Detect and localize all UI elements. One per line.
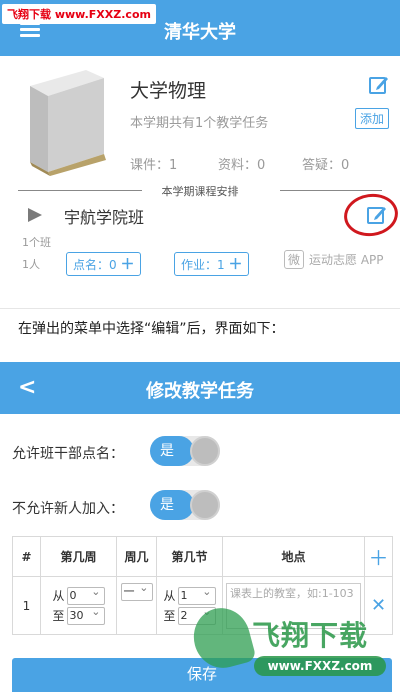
watermark-text: 飞翔下载 — [252, 619, 369, 652]
edit-course-icon[interactable] — [368, 74, 390, 96]
rollcall-button[interactable]: 点名：0 ＋ — [66, 252, 142, 276]
section-title: 本学期课程安排 — [161, 185, 239, 198]
course-card: 大学物理 本学期共有1个教学任务 添加 课件：1 资料：0 答疑：0 本学期课程… — [0, 56, 400, 308]
week-from-select[interactable]: 0 — [66, 584, 105, 605]
disallow-new-join-toggle[interactable]: 是 — [150, 490, 220, 520]
plus-icon: ＋ — [120, 257, 135, 273]
plus-icon: ＋ — [228, 257, 243, 273]
to-label: 至 — [52, 609, 65, 623]
edit-page-title: 修改教学任务 — [146, 381, 254, 402]
watermark-url: www.FXXZ.com — [254, 656, 386, 676]
add-button[interactable]: 添加 — [355, 108, 390, 129]
class-name[interactable]: 宇航学院班 — [64, 204, 144, 228]
task-count-text: 本学期共有1个教学任务 — [130, 116, 269, 131]
row-index: 1 — [12, 576, 41, 635]
stat-courseware: 课件：1 — [130, 158, 178, 173]
wechat-icon: 微 — [284, 250, 305, 269]
week-to-select[interactable]: 30 — [66, 604, 105, 625]
weekday-cell: 一 — [116, 576, 157, 635]
watermark-top: 飞翔下载 www.FXXZ.com — [2, 4, 156, 24]
stat-qa: 答疑：0 — [302, 158, 350, 173]
from-label: 从 — [163, 589, 176, 603]
homework-label: 作业：1 — [181, 258, 225, 272]
wechat-mark-text: 运动志愿 APP — [309, 253, 384, 267]
rollcall-label: 点名：0 — [73, 258, 117, 272]
from-label: 从 — [52, 589, 65, 603]
edit-header-bar: < 修改教学任务 — [0, 362, 400, 414]
weekday-select[interactable]: 一 — [120, 580, 153, 601]
toggle-on-label: 是 — [150, 436, 194, 466]
col-location: 地点 — [222, 536, 365, 577]
play-icon — [28, 208, 42, 222]
book-cover-image — [30, 70, 106, 176]
section-divider-right — [280, 190, 382, 191]
watermark-logo-icon — [187, 601, 257, 675]
col-section: 第几节 — [156, 536, 223, 577]
page: 清华大学 飞翔下载 www.FXXZ.com 大学物理 本学期共有1个教学任务 … — [0, 0, 400, 692]
table-header-row: # 第几周 周几 第几节 地点 ＋ — [12, 536, 393, 577]
homework-button[interactable]: 作业：1 ＋ — [174, 252, 250, 276]
wechat-watermark: 微运动志愿 APP — [284, 250, 389, 269]
divider — [0, 308, 400, 309]
stat-materials: 资料：0 — [218, 158, 266, 173]
course-name[interactable]: 大学物理 — [130, 76, 206, 103]
people-count: 1人 — [22, 258, 40, 271]
add-row-icon[interactable]: ＋ — [364, 536, 393, 577]
disallow-new-join-label: 不允许新人加入： — [12, 501, 124, 517]
caption-text: 在弹出的菜单中选择“编辑”后，界面如下： — [18, 321, 285, 337]
col-weekday: 周几 — [116, 536, 157, 577]
toggle-knob — [190, 436, 220, 466]
col-week: 第几周 — [40, 536, 117, 577]
watermark-bottom: 飞翔下载 www.FXXZ.com — [187, 600, 394, 686]
col-index: # — [12, 536, 41, 577]
allow-cadre-rollcall-label: 允许班干部点名： — [12, 446, 124, 462]
to-label: 至 — [163, 609, 176, 623]
allow-cadre-rollcall-toggle[interactable]: 是 — [150, 436, 220, 466]
week-cell: 从0 至30 — [40, 576, 117, 635]
toggle-knob — [190, 490, 220, 520]
class-count: 1个班 — [22, 236, 51, 249]
toggle-on-label: 是 — [150, 490, 194, 520]
